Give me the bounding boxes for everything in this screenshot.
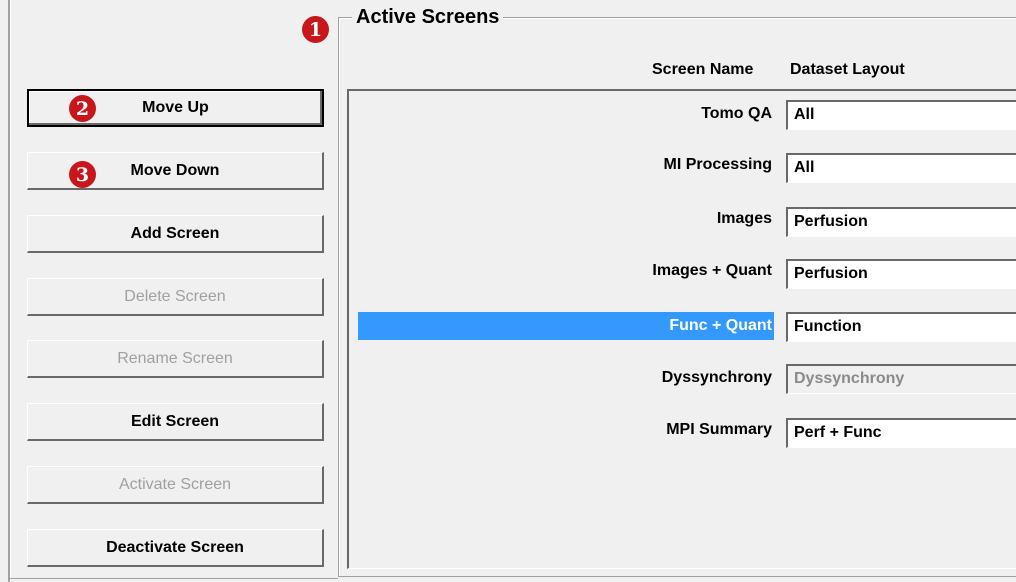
move-down-label: Move Down — [130, 161, 220, 179]
rename-screen-label: Rename Screen — [117, 349, 233, 367]
callout-badge-3: 3 — [69, 161, 96, 188]
layout-value: Dyssynchrony — [794, 370, 905, 387]
rename-screen-button: Rename Screen — [27, 340, 324, 378]
layout-select-mpi-summary[interactable]: Perf + Func ▼ — [786, 418, 1016, 448]
move-up-label: Move Up — [142, 99, 209, 116]
add-screen-button[interactable]: Add Screen — [27, 215, 324, 253]
frame-border-highlight — [10, 0, 11, 582]
layout-select-tomo-qa[interactable]: All ▼ — [786, 100, 1016, 130]
layout-select-mi-processing[interactable]: All ▼ — [786, 153, 1016, 183]
layout-value: All — [794, 106, 815, 123]
deactivate-screen-button[interactable]: Deactivate Screen — [27, 529, 324, 567]
layout-select-func-quant[interactable]: Function ▼ — [786, 312, 1016, 342]
screen-name-mpi-summary[interactable]: MPI Summary — [358, 416, 774, 444]
layout-select-images[interactable]: Perfusion ▼ — [786, 207, 1016, 237]
callout-badge-1: 1 — [302, 16, 329, 43]
deactivate-screen-label: Deactivate Screen — [106, 538, 244, 556]
screen-name-func-quant[interactable]: Func + Quant — [358, 312, 774, 340]
layout-value: Perfusion — [794, 265, 868, 282]
delete-screen-button: Delete Screen — [27, 278, 324, 316]
column-header-dataset-layout: Dataset Layout — [790, 61, 905, 78]
layout-value: Function — [794, 318, 862, 335]
layout-value: All — [794, 159, 815, 176]
layout-select-dyssynchrony: Dyssynchrony ▼ — [786, 364, 1016, 394]
screen-name-images-quant[interactable]: Images + Quant — [358, 257, 774, 285]
activate-screen-label: Activate Screen — [118, 475, 232, 493]
layout-select-images-quant[interactable]: Perfusion ▼ — [786, 259, 1016, 289]
add-screen-label: Add Screen — [130, 224, 220, 242]
column-header-screen-name: Screen Name — [652, 61, 754, 78]
screen-name-images[interactable]: Images — [358, 205, 774, 233]
layout-value: Perfusion — [794, 213, 868, 230]
group-title: Active Screens — [352, 6, 504, 29]
screen-name-mi-processing[interactable]: MI Processing — [358, 151, 774, 179]
edit-screen-button[interactable]: Edit Screen — [27, 403, 324, 441]
frame-bottom-border — [8, 578, 338, 579]
delete-screen-label: Delete Screen — [124, 287, 226, 305]
activate-screen-button: Activate Screen — [27, 466, 324, 504]
callout-badge-2: 2 — [69, 95, 96, 122]
screen-name-dyssynchrony[interactable]: Dyssynchrony — [358, 364, 774, 392]
edit-screen-label: Edit Screen — [130, 412, 220, 430]
screen-name-tomo-qa[interactable]: Tomo QA — [358, 100, 774, 128]
layout-value: Perf + Func — [794, 424, 882, 441]
